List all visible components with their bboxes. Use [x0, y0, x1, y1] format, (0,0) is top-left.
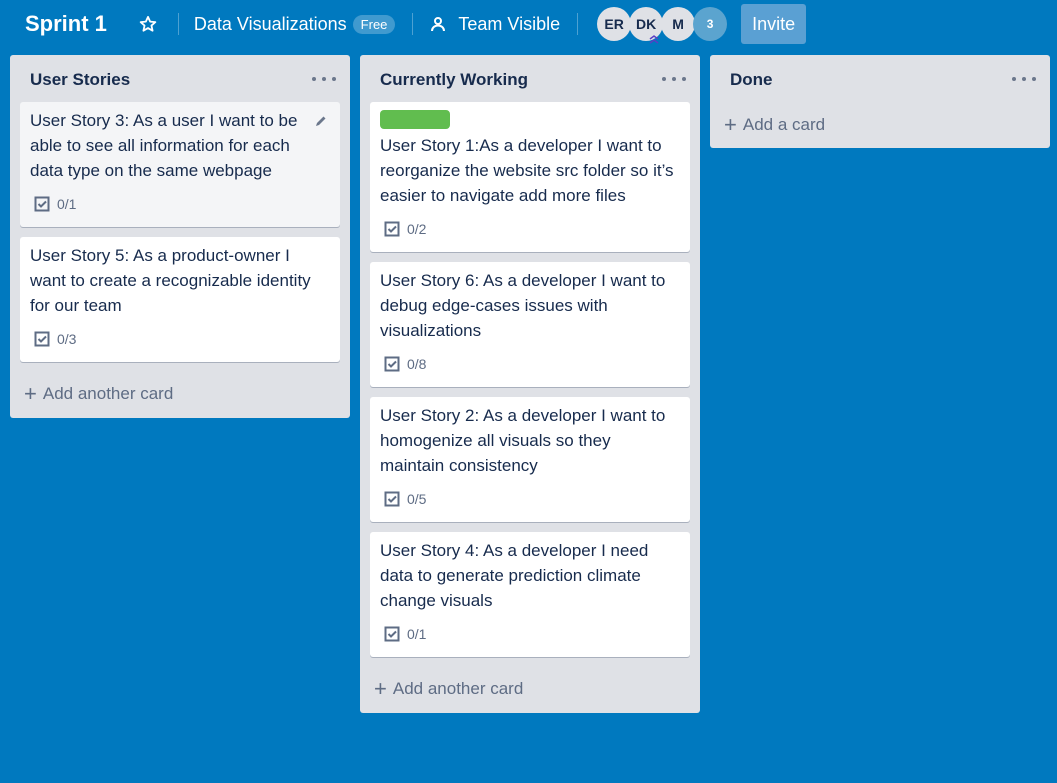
- checklist-count: 0/8: [407, 356, 427, 372]
- checklist-icon: [384, 356, 400, 372]
- board-members: ER DK M 3: [597, 7, 728, 44]
- team-icon: [431, 17, 446, 32]
- add-card-button[interactable]: + Add another card: [374, 678, 523, 700]
- checklist-count: 0/5: [407, 491, 427, 507]
- list-menu-icon[interactable]: [1012, 69, 1036, 89]
- checklist-count: 0/1: [407, 626, 427, 642]
- list-menu-icon[interactable]: [662, 69, 686, 89]
- admin-chevron-icon: [649, 35, 659, 44]
- card-title: User Story 4: As a developer I need data…: [380, 541, 649, 610]
- checklist-count: 0/2: [407, 221, 427, 237]
- checklist-icon: [34, 331, 50, 347]
- add-card-label: Add another card: [42, 384, 174, 403]
- avatar-initials: DK: [636, 16, 657, 32]
- checklist-badge: 0/2: [384, 221, 426, 237]
- star-icon[interactable]: [133, 9, 163, 39]
- card[interactable]: User Story 3: As a user I want to be abl…: [20, 102, 340, 227]
- card[interactable]: User Story 2: As a developer I want to h…: [370, 397, 690, 522]
- checklist-badge: 0/5: [384, 491, 426, 507]
- avatar[interactable]: ER: [597, 7, 632, 41]
- add-card-label: Add another card: [392, 679, 524, 698]
- avatar[interactable]: DK: [629, 7, 664, 44]
- list-title[interactable]: Done: [730, 70, 773, 90]
- list-title[interactable]: User Stories: [30, 70, 130, 90]
- card[interactable]: User Story 6: As a developer I want to d…: [370, 262, 690, 387]
- card[interactable]: User Story 5: As a product-owner I want …: [20, 237, 340, 362]
- green-label[interactable]: [380, 110, 450, 129]
- list-header: Currently Working: [360, 55, 700, 103]
- list-header: Done: [710, 55, 1050, 103]
- header-divider: [577, 13, 579, 35]
- add-card-label: Add a card: [742, 115, 826, 134]
- checklist-badge: 0/1: [384, 626, 426, 642]
- card-title: User Story 2: As a developer I want to h…: [380, 406, 666, 475]
- plus-icon: +: [24, 381, 37, 406]
- pencil-icon[interactable]: [314, 114, 328, 133]
- avatar[interactable]: M: [661, 7, 696, 41]
- board-header: Sprint 1 Data Visualizations Free Team V…: [0, 0, 1057, 48]
- board-title[interactable]: Sprint 1: [25, 11, 107, 37]
- team-plan-badge: Free: [352, 14, 396, 34]
- list-header: User Stories: [10, 55, 350, 103]
- checklist-badge: 0/1: [34, 196, 76, 212]
- card-title: User Story 6: As a developer I want to d…: [380, 271, 666, 340]
- card-title: User Story 3: As a user I want to be abl…: [30, 111, 298, 180]
- header-divider: [412, 13, 414, 35]
- team-name-link[interactable]: Data Visualizations: [186, 14, 353, 35]
- list-done: Done + Add a card: [710, 55, 1050, 148]
- visibility-label: Team Visible: [458, 13, 561, 34]
- card[interactable]: User Story 1:As a developer I want to re…: [370, 102, 690, 252]
- plus-icon: +: [374, 676, 387, 701]
- header-divider: [177, 13, 179, 35]
- card[interactable]: User Story 4: As a developer I need data…: [370, 532, 690, 657]
- checklist-icon: [34, 196, 50, 212]
- checklist-icon: [384, 221, 400, 237]
- card-title: User Story 1:As a developer I want to re…: [380, 136, 674, 205]
- card-title: User Story 5: As a product-owner I want …: [30, 246, 311, 315]
- checklist-badge: 0/8: [384, 356, 426, 372]
- checklist-count: 0/3: [57, 331, 77, 347]
- add-card-button[interactable]: + Add a card: [724, 114, 825, 136]
- list-user-stories: User Stories User Story 3: As a user I w…: [10, 55, 350, 418]
- checklist-count: 0/1: [57, 196, 77, 212]
- avatar-initials: M: [672, 16, 684, 32]
- list-currently-working: Currently Working User Story 1:As a deve…: [360, 55, 700, 713]
- list-menu-icon[interactable]: [312, 69, 336, 89]
- list-title[interactable]: Currently Working: [380, 70, 528, 90]
- add-card-button[interactable]: + Add another card: [24, 383, 173, 405]
- checklist-badge: 0/3: [34, 331, 76, 347]
- avatar-initials: ER: [604, 16, 624, 32]
- checklist-icon: [384, 626, 400, 642]
- checklist-icon: [384, 491, 400, 507]
- plus-icon: +: [724, 112, 737, 137]
- invite-button[interactable]: Invite: [741, 4, 807, 44]
- member-count-badge[interactable]: 3: [693, 7, 728, 41]
- visibility-button[interactable]: Team Visible: [420, 14, 570, 35]
